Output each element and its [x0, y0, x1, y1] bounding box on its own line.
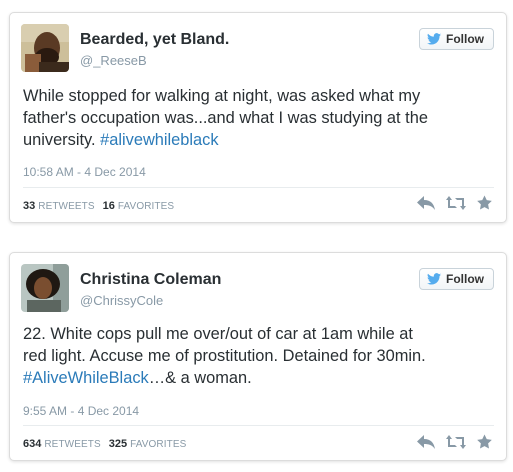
tweet-text-line: While stopped for walking at night, was …: [23, 87, 421, 105]
favorite-star-icon[interactable]: [477, 195, 492, 210]
tweet-card: Bearded, yet Bland. @_ReeseB Follow Whil…: [9, 12, 507, 223]
retweets-label: RETWEETS: [38, 201, 95, 212]
reply-icon[interactable]: [417, 195, 435, 210]
tweet-text: 22. White cops pull me over/out of car a…: [23, 323, 494, 389]
user-handle[interactable]: @_ReeseB: [80, 53, 147, 68]
hashtag-link[interactable]: #alivewhileblack: [100, 131, 218, 149]
reply-icon[interactable]: [417, 434, 435, 449]
tweet-actions: [417, 434, 492, 449]
twitter-bird-icon: [427, 273, 441, 285]
retweets-label: RETWEETS: [44, 439, 101, 450]
tweet-text-line: #AliveWhileBlack…& a woman.: [23, 367, 494, 389]
follow-label: Follow: [446, 272, 484, 286]
tweet-timestamp[interactable]: 10:58 AM - 4 Dec 2014: [23, 165, 146, 179]
avatar[interactable]: [21, 24, 69, 72]
avatar[interactable]: [21, 264, 69, 312]
tweet-text-line: red light. Accuse me of prostitution. De…: [23, 347, 426, 365]
retweet-icon[interactable]: [446, 434, 466, 449]
tweet-text-line: 22. White cops pull me over/out of car a…: [23, 325, 413, 343]
tweet-text-plain: …& a woman.: [148, 369, 252, 387]
twitter-bird-icon: [427, 33, 441, 45]
follow-button[interactable]: Follow: [419, 28, 494, 50]
tweet-actions: [417, 195, 492, 210]
hashtag-link[interactable]: #AliveWhileBlack: [23, 369, 149, 387]
display-name[interactable]: Christina Coleman: [80, 271, 221, 289]
favorites-label: FAVORITES: [117, 201, 175, 212]
favorites-label: FAVORITES: [130, 439, 187, 450]
tweet-text-line: university. #alivewhileblack: [23, 129, 494, 151]
divider: [23, 187, 494, 188]
favorite-star-icon[interactable]: [477, 434, 492, 449]
tweet-text-line: father's occupation was...and what I was…: [23, 109, 428, 127]
display-name[interactable]: Bearded, yet Bland.: [80, 31, 229, 49]
follow-button[interactable]: Follow: [419, 268, 494, 290]
tweet-stats: 634 RETWEETS 325 FAVORITES: [23, 438, 194, 450]
follow-label: Follow: [446, 32, 484, 46]
retweet-icon[interactable]: [446, 195, 466, 210]
tweet-text: While stopped for walking at night, was …: [23, 85, 494, 151]
tweet-card: Christina Coleman @ChrissyCole Follow 22…: [9, 252, 507, 461]
tweet-stats: 33 RETWEETS 16 FAVORITES: [23, 200, 182, 212]
user-handle[interactable]: @ChrissyCole: [80, 293, 163, 308]
tweet-text-plain: university.: [23, 131, 101, 149]
divider: [23, 425, 494, 426]
retweet-count: 33: [23, 200, 36, 212]
retweet-count: 634: [23, 438, 42, 450]
favorite-count: 325: [108, 438, 128, 450]
tweet-timestamp[interactable]: 9:55 AM - 4 Dec 2014: [23, 404, 139, 418]
favorite-count: 16: [102, 200, 115, 212]
